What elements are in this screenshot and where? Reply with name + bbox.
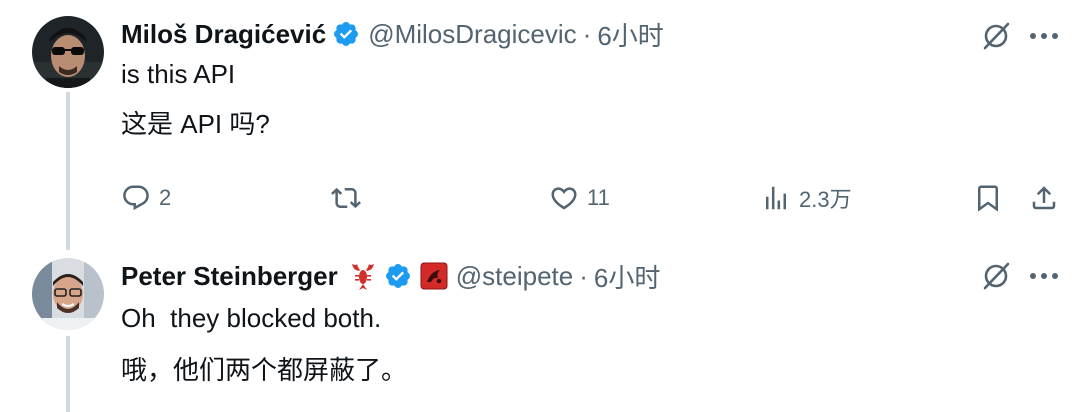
retweet-button[interactable] [331, 178, 369, 218]
timestamp[interactable]: 6小时 [594, 258, 660, 295]
heart-icon [551, 187, 577, 210]
more-dots-icon[interactable] [1026, 258, 1062, 294]
lobster-emoji-icon [351, 264, 374, 290]
views-count: 2.3万 [799, 187, 852, 212]
tweet-text: Oh they blocked both. [121, 303, 382, 333]
avatar[interactable] [32, 16, 104, 88]
author-handle[interactable]: @steipete [456, 261, 573, 292]
reply-button[interactable]: 2 [121, 178, 171, 218]
reply-icon [123, 185, 149, 211]
reply-count: 2 [159, 185, 172, 210]
like-count: 11 [587, 185, 610, 210]
views-icon [766, 186, 786, 210]
bookmark-icon [978, 185, 998, 212]
views-button[interactable]: 2.3万 [761, 178, 852, 218]
avatar[interactable] [32, 258, 104, 330]
tweet-translation: 这是 API 吗? [121, 109, 270, 139]
affiliate-badge-icon[interactable] [420, 262, 448, 290]
timestamp[interactable]: 6小时 [597, 16, 663, 53]
like-button[interactable]: 11 [549, 178, 610, 218]
thread-connector-line [66, 92, 70, 250]
tweet-header: Peter Steinberger @steipete · 6小时 [121, 256, 660, 296]
retweet-icon [331, 187, 361, 209]
verified-badge-icon [385, 264, 410, 288]
author-name[interactable]: Peter Steinberger [121, 261, 338, 292]
author-handle[interactable]: @MilosDragicevic [368, 19, 576, 50]
action-bar: 2 11 2.3万 [121, 178, 1061, 218]
tweet-text: is this API [121, 59, 236, 89]
verified-badge-icon [334, 22, 359, 46]
share-button[interactable] [1029, 178, 1059, 218]
tweet-header: Miloš Dragićević @MilosDragicevic · 6小时 [121, 14, 664, 54]
bookmark-button[interactable] [973, 178, 1003, 218]
more-dots-icon[interactable] [1026, 18, 1062, 54]
no-translate-icon[interactable] [978, 258, 1014, 294]
separator-dot: · [579, 260, 588, 291]
thread-connector-line [66, 336, 70, 412]
tweet-translation: 哦，他们两个都屏蔽了。 [121, 355, 408, 385]
no-translate-icon[interactable] [978, 18, 1014, 54]
share-icon [1032, 186, 1056, 210]
author-name[interactable]: Miloš Dragićević [121, 19, 326, 50]
separator-dot: · [582, 18, 592, 49]
